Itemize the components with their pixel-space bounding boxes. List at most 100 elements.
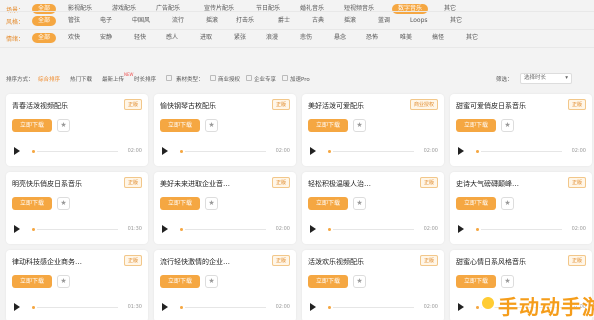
- mood-option-horror[interactable]: 恐怖: [366, 33, 378, 43]
- music-card[interactable]: 愉快钢琴古枚配乐 正版 立即下载 ★ 02:00: [154, 94, 296, 166]
- mood-option-aggressive[interactable]: 进取: [200, 33, 212, 43]
- mood-option-beautiful[interactable]: 唯美: [400, 33, 412, 43]
- favorite-star-icon[interactable]: ★: [501, 197, 514, 210]
- checkbox-icon[interactable]: [166, 75, 174, 82]
- progress-track[interactable]: [37, 307, 118, 308]
- music-card[interactable]: 明亮快乐俏皮日系音乐 正版 立即下载 ★ 01:30: [6, 172, 148, 244]
- play-icon[interactable]: [458, 303, 464, 311]
- card-title[interactable]: 活泼欢乐视频配乐: [308, 257, 364, 267]
- style-option-all[interactable]: 全部: [32, 16, 57, 26]
- style-option-chinese[interactable]: 中国风: [132, 16, 150, 26]
- progress-track[interactable]: [333, 229, 414, 230]
- progress-dot[interactable]: [328, 150, 331, 153]
- checkbox-commercial-label[interactable]: 商业授权: [218, 75, 240, 83]
- mood-option-romantic[interactable]: 浪漫: [266, 33, 278, 43]
- mood-option-sad[interactable]: 悲伤: [300, 33, 312, 43]
- download-button[interactable]: 立即下载: [160, 275, 200, 288]
- mood-option-suspense[interactable]: 悬念: [334, 33, 346, 43]
- play-icon[interactable]: [310, 303, 316, 311]
- favorite-star-icon[interactable]: ★: [501, 119, 514, 132]
- mood-option-light[interactable]: 轻快: [134, 33, 146, 43]
- progress-track[interactable]: [185, 307, 266, 308]
- play-icon[interactable]: [458, 225, 464, 233]
- progress-dot[interactable]: [328, 228, 331, 231]
- download-button[interactable]: 立即下载: [12, 197, 52, 210]
- download-button[interactable]: 立即下载: [308, 119, 348, 132]
- favorite-star-icon[interactable]: ★: [205, 119, 218, 132]
- progress-dot[interactable]: [180, 150, 183, 153]
- card-title[interactable]: 愉快钢琴古枚配乐: [160, 101, 216, 111]
- favorite-star-icon[interactable]: ★: [205, 275, 218, 288]
- duration-select[interactable]: 选择时长 ▾: [520, 73, 572, 84]
- checkbox-icon[interactable]: [246, 75, 254, 82]
- favorite-star-icon[interactable]: ★: [353, 197, 366, 210]
- download-button[interactable]: 立即下载: [12, 275, 52, 288]
- mood-option-touching[interactable]: 感人: [166, 33, 178, 43]
- favorite-star-icon[interactable]: ★: [57, 197, 70, 210]
- music-card[interactable]: 青春活泼视频配乐 正版 立即下载 ★ 02:00: [6, 94, 148, 166]
- progress-track[interactable]: [37, 151, 118, 152]
- progress-track[interactable]: [481, 229, 562, 230]
- style-option-electronic[interactable]: 电子: [100, 16, 112, 26]
- play-icon[interactable]: [162, 147, 168, 155]
- progress-dot[interactable]: [476, 228, 479, 231]
- card-title[interactable]: 甜蜜可爱俏皮日系音乐: [456, 101, 526, 111]
- sort-option-popular[interactable]: 热门下载: [70, 75, 92, 83]
- style-option-rock[interactable]: 摇滚: [206, 16, 218, 26]
- favorite-star-icon[interactable]: ★: [57, 119, 70, 132]
- checkbox-enterprise-label[interactable]: 企业专享: [254, 75, 276, 83]
- checkbox-pro-label[interactable]: 加速Pro: [290, 75, 310, 83]
- style-option-classical[interactable]: 古典: [312, 16, 324, 26]
- play-icon[interactable]: [14, 303, 20, 311]
- card-title[interactable]: 律动科技感企业商务…: [12, 257, 82, 267]
- music-card[interactable]: 律动科技感企业商务… 正版 立即下载 ★ 01:30: [6, 250, 148, 320]
- card-title[interactable]: 美好未来进取企业音…: [160, 179, 230, 189]
- download-button[interactable]: 立即下载: [308, 197, 348, 210]
- style-option-loops[interactable]: Loops: [410, 16, 428, 26]
- sort-option-duration[interactable]: 时长排序: [134, 75, 156, 83]
- card-title[interactable]: 甜蜜心情日系风格音乐: [456, 257, 526, 267]
- card-title[interactable]: 流行轻快激情的企业…: [160, 257, 230, 267]
- favorite-star-icon[interactable]: ★: [57, 275, 70, 288]
- favorite-star-icon[interactable]: ★: [353, 275, 366, 288]
- mood-option-all[interactable]: 全部: [32, 33, 57, 43]
- play-icon[interactable]: [310, 147, 316, 155]
- progress-dot[interactable]: [180, 306, 183, 309]
- sort-option-newest[interactable]: 最新上传: [102, 75, 124, 83]
- favorite-star-icon[interactable]: ★: [353, 119, 366, 132]
- checkbox-icon[interactable]: [282, 75, 290, 82]
- download-button[interactable]: 立即下载: [12, 119, 52, 132]
- progress-dot[interactable]: [32, 228, 35, 231]
- play-icon[interactable]: [162, 225, 168, 233]
- download-button[interactable]: 立即下载: [308, 275, 348, 288]
- progress-track[interactable]: [333, 307, 414, 308]
- mood-option-other[interactable]: 其它: [466, 33, 478, 43]
- mood-option-funny[interactable]: 搞怪: [432, 33, 444, 43]
- card-title[interactable]: 青春活泼视频配乐: [12, 101, 68, 111]
- style-option-rock-2[interactable]: 摇滚: [344, 16, 356, 26]
- music-card[interactable]: 美好未来进取企业音… 正版 立即下载 ★ 02:00: [154, 172, 296, 244]
- play-icon[interactable]: [14, 147, 20, 155]
- progress-track[interactable]: [481, 151, 562, 152]
- style-option-orchestral[interactable]: 管弦: [68, 16, 80, 26]
- progress-dot[interactable]: [476, 150, 479, 153]
- play-icon[interactable]: [310, 225, 316, 233]
- music-card[interactable]: 活泼欢乐视频配乐 正版 立即下载 ★ 02:00: [302, 250, 444, 320]
- style-option-percussion[interactable]: 打击乐: [236, 16, 254, 26]
- style-option-pop[interactable]: 流行: [172, 16, 184, 26]
- play-icon[interactable]: [458, 147, 464, 155]
- card-title[interactable]: 轻松积极温暖人治…: [308, 179, 371, 189]
- style-option-blues[interactable]: 蓝调: [378, 16, 390, 26]
- progress-dot[interactable]: [32, 306, 35, 309]
- card-title[interactable]: 明亮快乐俏皮日系音乐: [12, 179, 82, 189]
- style-option-other[interactable]: 其它: [450, 16, 462, 26]
- progress-track[interactable]: [185, 151, 266, 152]
- download-button[interactable]: 立即下载: [160, 119, 200, 132]
- style-option-jazz[interactable]: 爵士: [278, 16, 290, 26]
- play-icon[interactable]: [162, 303, 168, 311]
- card-title[interactable]: 美好活泼可爱配乐: [308, 101, 364, 111]
- music-card[interactable]: 史诗大气磅礴颠峰… 正版 立即下载 ★ 02:00: [450, 172, 592, 244]
- download-button[interactable]: 立即下载: [160, 197, 200, 210]
- progress-dot[interactable]: [180, 228, 183, 231]
- progress-track[interactable]: [185, 229, 266, 230]
